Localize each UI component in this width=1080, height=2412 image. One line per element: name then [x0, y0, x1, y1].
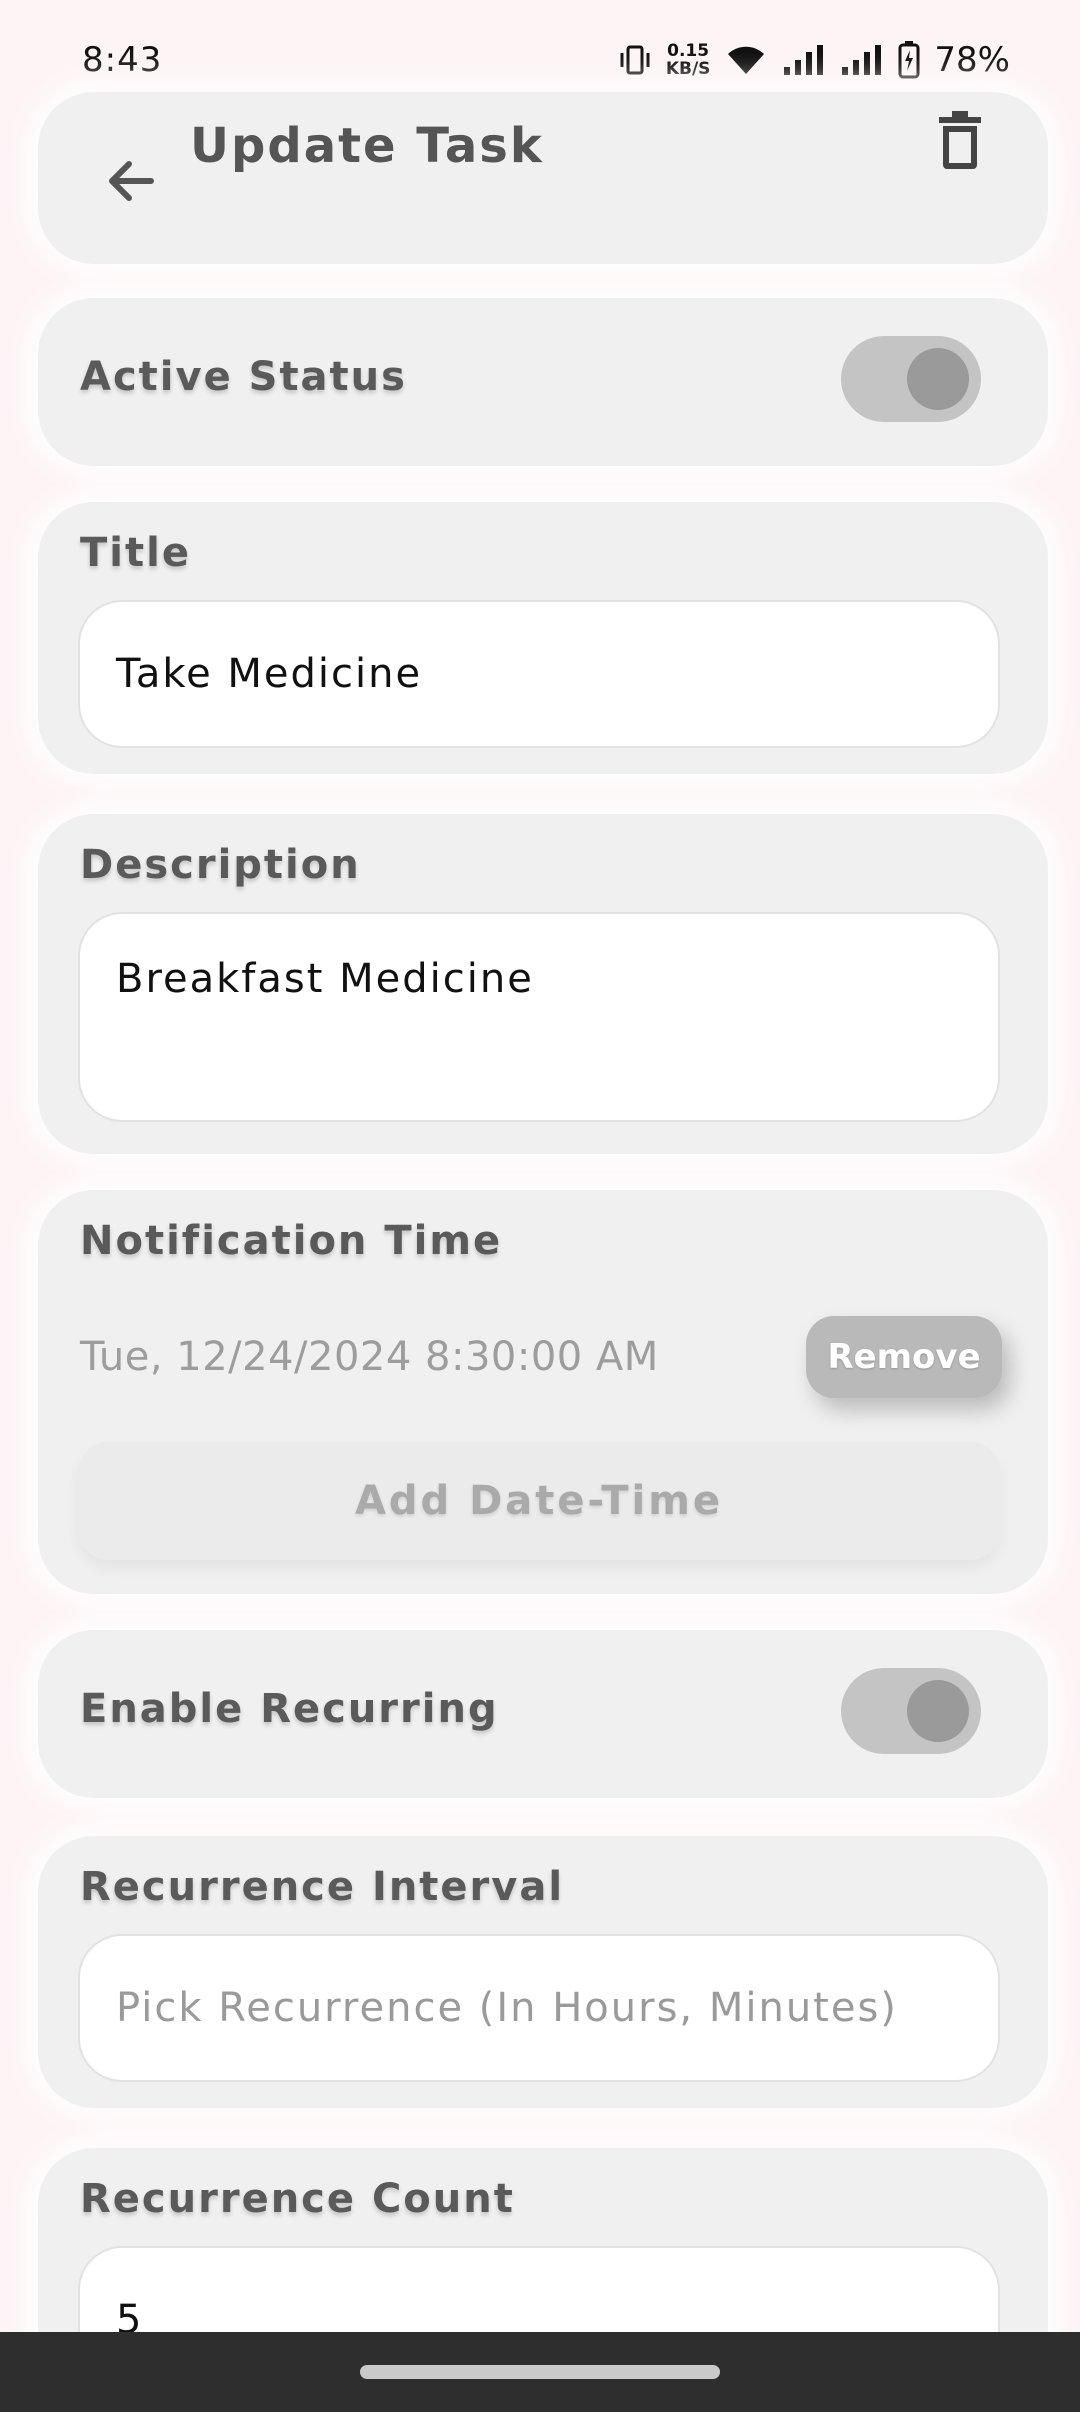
arrow-left-icon: [103, 153, 159, 213]
back-button[interactable]: [96, 148, 166, 218]
interval-label: Recurrence Interval: [80, 1864, 565, 1910]
recurring-card: Enable Recurring: [38, 1630, 1048, 1798]
home-handle[interactable]: [360, 2365, 720, 2379]
interval-field[interactable]: Pick Recurrence (In Hours, Minutes): [78, 1934, 1000, 2082]
status-icons: 0.15 KB/S 78%: [618, 40, 1010, 80]
description-card: Description Breakfast Medicine: [38, 814, 1048, 1154]
toggle-knob: [907, 1680, 969, 1742]
toggle-knob: [907, 348, 969, 410]
active-status-toggle[interactable]: [841, 336, 981, 422]
net-speed: 0.15 KB/S: [666, 42, 711, 78]
delete-button[interactable]: [925, 107, 995, 177]
signal-icon-2: [840, 43, 884, 77]
active-status-card: Active Status: [38, 298, 1048, 466]
title-label: Title: [80, 530, 191, 576]
count-label: Recurrence Count: [80, 2176, 515, 2222]
battery-percent: 78%: [934, 40, 1010, 80]
description-label: Description: [80, 842, 361, 888]
wifi-icon: [724, 42, 768, 78]
title-card: Title Take Medicine: [38, 502, 1048, 774]
signal-icon: [782, 43, 826, 77]
net-speed-value: 0.15: [667, 41, 710, 61]
interval-placeholder: Pick Recurrence (In Hours, Minutes): [116, 1985, 898, 2031]
notification-card: Notification Time Tue, 12/24/2024 8:30:0…: [38, 1190, 1048, 1594]
description-value: Breakfast Medicine: [116, 956, 534, 1002]
screen: 8:43 0.15 KB/S 78% Update Task Active St…: [0, 0, 1080, 2412]
remove-button[interactable]: Remove: [806, 1316, 1002, 1398]
recurring-toggle[interactable]: [841, 1668, 981, 1754]
notification-time: Tue, 12/24/2024 8:30:00 AM: [80, 1334, 659, 1380]
title-field[interactable]: Take Medicine: [78, 600, 1000, 748]
add-date-time-button[interactable]: Add Date-Time: [78, 1442, 1000, 1560]
vibrate-icon: [618, 43, 652, 77]
recurring-label: Enable Recurring: [80, 1686, 499, 1732]
trash-icon: [937, 111, 983, 173]
description-field[interactable]: Breakfast Medicine: [78, 912, 1000, 1122]
status-time: 8:43: [82, 40, 163, 80]
net-speed-unit: KB/S: [665, 59, 711, 79]
navigation-bar: [0, 2332, 1080, 2412]
title-value: Take Medicine: [116, 651, 423, 697]
interval-card: Recurrence Interval Pick Recurrence (In …: [38, 1836, 1048, 2108]
page-title: Update Task: [190, 118, 544, 174]
active-status-label: Active Status: [80, 354, 407, 400]
notification-label: Notification Time: [80, 1218, 503, 1264]
battery-icon: [898, 41, 920, 79]
